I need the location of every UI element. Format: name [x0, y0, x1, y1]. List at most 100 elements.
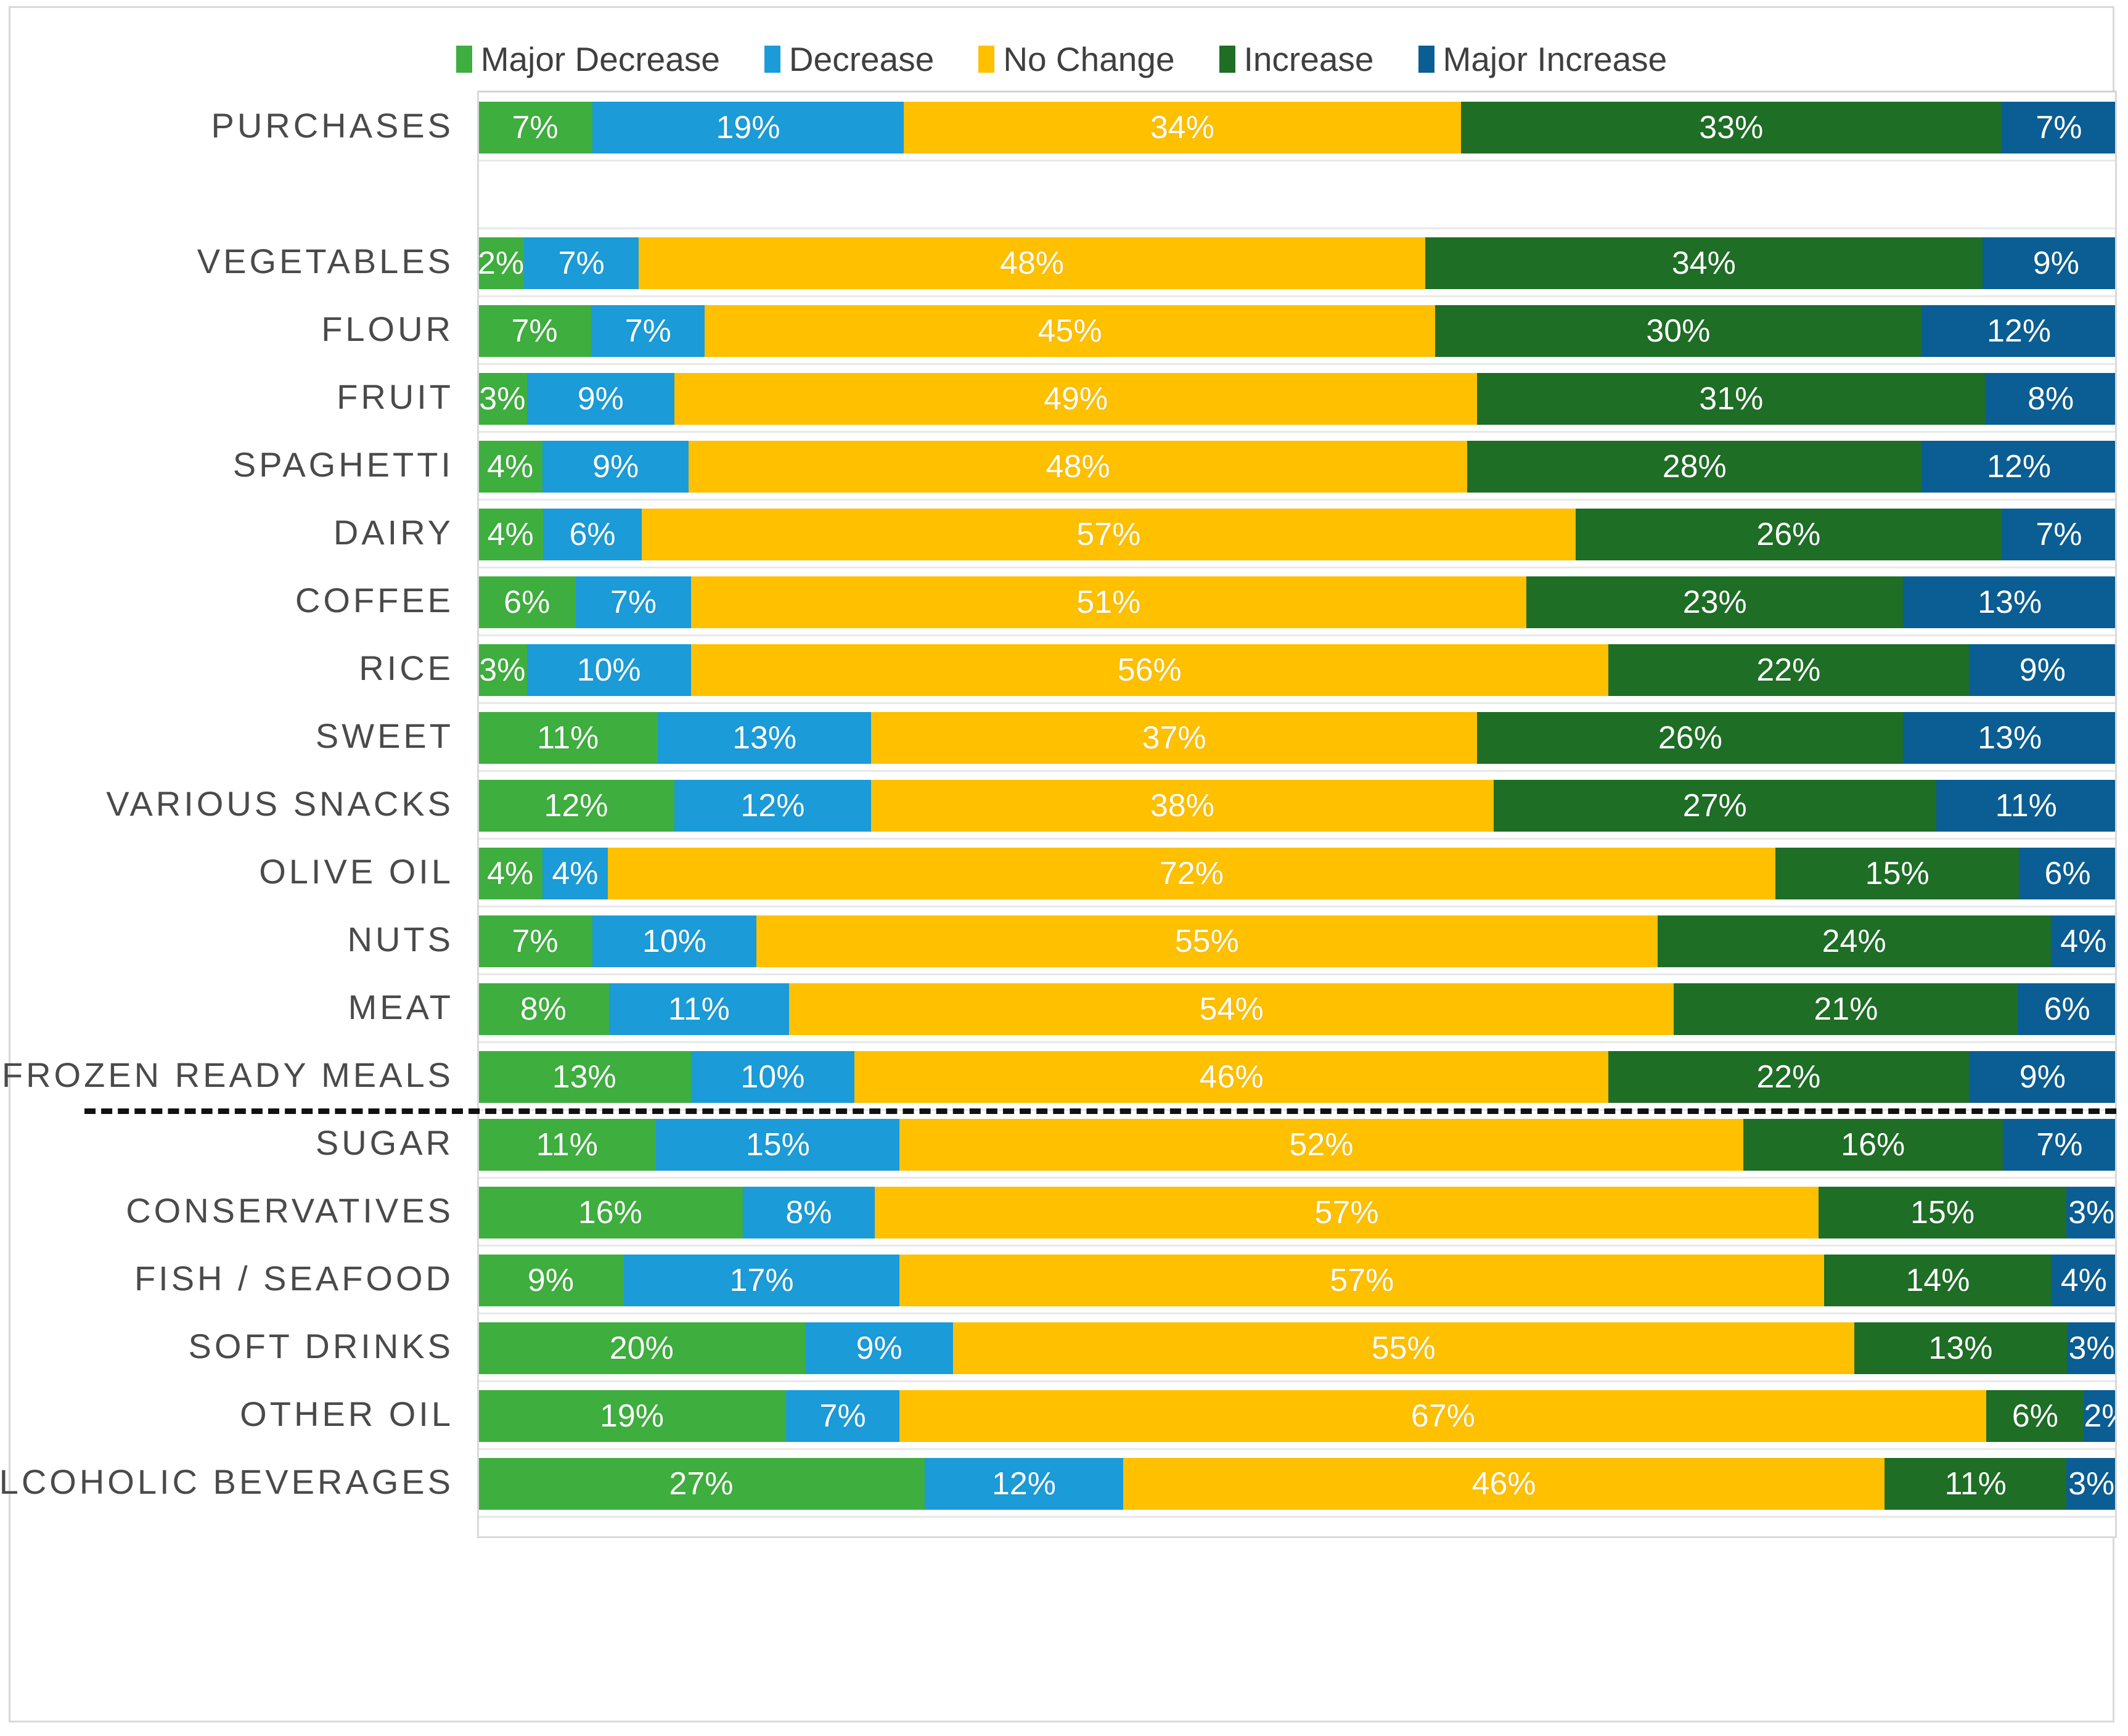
bar-segment-decrease[interactable]: 4%: [542, 848, 608, 899]
bar-segment-increase[interactable]: 16%: [1743, 1119, 2003, 1171]
bar-segment-increase[interactable]: 11%: [1885, 1458, 2067, 1510]
bar-segment-increase[interactable]: 28%: [1467, 441, 1922, 493]
bar-segment-decrease[interactable]: 6%: [543, 509, 642, 560]
bar-segment-major-increase[interactable]: 13%: [1903, 712, 2115, 764]
bar-segment-major-decrease[interactable]: 7%: [479, 305, 592, 357]
stacked-bar[interactable]: 3% 10% 56% 22% 9%: [479, 644, 2115, 696]
bar-segment-no-change[interactable]: 55%: [952, 1322, 1854, 1374]
bar-segment-no-change[interactable]: 52%: [899, 1119, 1743, 1171]
bar-segment-major-increase[interactable]: 6%: [2019, 848, 2115, 899]
bar-segment-no-change[interactable]: 45%: [705, 305, 1435, 357]
bar-segment-decrease[interactable]: 7%: [576, 576, 691, 628]
bar-segment-no-change[interactable]: 46%: [1123, 1458, 1885, 1510]
bar-segment-decrease[interactable]: 9%: [805, 1322, 953, 1374]
stacked-bar[interactable]: 8% 11% 54% 21% 6%: [479, 983, 2115, 1035]
legend-item-2[interactable]: No Change: [978, 42, 1175, 76]
bar-segment-no-change[interactable]: 57%: [875, 1187, 1819, 1239]
bar-segment-major-decrease[interactable]: 2%: [479, 237, 525, 289]
bar-segment-major-increase[interactable]: 2%: [2084, 1390, 2115, 1442]
bar-segment-major-increase[interactable]: 7%: [2001, 102, 2115, 154]
bar-segment-decrease[interactable]: 7%: [591, 305, 705, 357]
bar-segment-major-decrease[interactable]: 7%: [479, 102, 593, 154]
stacked-bar[interactable]: 4% 6% 57% 26% 7%: [479, 509, 2115, 560]
bar-segment-major-decrease[interactable]: 16%: [479, 1187, 743, 1239]
bar-segment-no-change[interactable]: 38%: [870, 780, 1494, 832]
bar-segment-no-change[interactable]: 55%: [756, 915, 1658, 967]
bar-segment-decrease[interactable]: 10%: [526, 644, 691, 696]
bar-segment-increase[interactable]: 15%: [1818, 1187, 2067, 1239]
bar-segment-decrease[interactable]: 10%: [592, 915, 756, 967]
bar-segment-major-decrease[interactable]: 4%: [479, 441, 543, 493]
bar-segment-major-decrease[interactable]: 4%: [479, 509, 544, 560]
bar-segment-increase[interactable]: 21%: [1674, 983, 2018, 1035]
bar-segment-increase[interactable]: 26%: [1477, 712, 1904, 764]
bar-segment-major-decrease[interactable]: 9%: [479, 1255, 624, 1306]
stacked-bar[interactable]: 4% 9% 48% 28% 12%: [479, 441, 2115, 493]
bar-segment-no-change[interactable]: 57%: [899, 1255, 1825, 1306]
bar-segment-no-change[interactable]: 48%: [689, 441, 1468, 493]
bar-segment-decrease[interactable]: 9%: [526, 373, 674, 425]
legend-item-3[interactable]: Increase: [1219, 42, 1374, 76]
stacked-bar[interactable]: 7% 10% 55% 24% 4%: [479, 915, 2115, 967]
bar-segment-increase[interactable]: 15%: [1775, 848, 2020, 899]
bar-segment-no-change[interactable]: 72%: [607, 848, 1776, 899]
stacked-bar[interactable]: 4% 4% 72% 15% 6%: [479, 848, 2115, 899]
bar-segment-decrease[interactable]: 8%: [742, 1187, 875, 1239]
stacked-bar[interactable]: 9% 17% 57% 14% 4%: [479, 1255, 2115, 1306]
bar-segment-major-increase[interactable]: 9%: [1982, 237, 2115, 289]
bar-segment-major-decrease[interactable]: 19%: [479, 1390, 787, 1442]
bar-segment-major-increase[interactable]: 12%: [1921, 441, 2115, 493]
bar-segment-no-change[interactable]: 57%: [641, 509, 1576, 560]
stacked-bar[interactable]: 12% 12% 38% 27% 11%: [479, 780, 2115, 832]
legend-item-4[interactable]: Major Increase: [1418, 42, 1667, 76]
bar-segment-decrease[interactable]: 12%: [674, 780, 871, 832]
stacked-bar[interactable]: 27% 12% 46% 11% 3%: [479, 1458, 2115, 1510]
bar-segment-increase[interactable]: 33%: [1460, 102, 2002, 154]
stacked-bar[interactable]: 11% 13% 37% 26% 13%: [479, 712, 2115, 764]
bar-segment-major-decrease[interactable]: 3%: [479, 644, 527, 696]
bar-segment-no-change[interactable]: 67%: [899, 1390, 1987, 1442]
stacked-bar[interactable]: 7% 7% 45% 30% 12%: [479, 305, 2115, 357]
bar-segment-no-change[interactable]: 34%: [904, 102, 1461, 154]
legend-item-1[interactable]: Decrease: [764, 42, 934, 76]
bar-segment-decrease[interactable]: 13%: [658, 712, 871, 764]
bar-segment-major-increase[interactable]: 3%: [2066, 1458, 2115, 1510]
bar-segment-major-decrease[interactable]: 7%: [479, 915, 593, 967]
bar-segment-decrease[interactable]: 11%: [608, 983, 789, 1035]
bar-segment-major-decrease[interactable]: 20%: [479, 1322, 806, 1374]
bar-segment-no-change[interactable]: 51%: [690, 576, 1527, 628]
bar-segment-increase[interactable]: 34%: [1425, 237, 1983, 289]
bar-segment-decrease[interactable]: 19%: [592, 102, 904, 154]
bar-segment-major-increase[interactable]: 4%: [2051, 1255, 2115, 1306]
bar-segment-no-change[interactable]: 46%: [854, 1051, 1608, 1103]
bar-segment-decrease[interactable]: 12%: [924, 1458, 1124, 1510]
bar-segment-increase[interactable]: 6%: [1986, 1390, 2084, 1442]
bar-segment-major-decrease[interactable]: 8%: [479, 983, 609, 1035]
bar-segment-major-increase[interactable]: 4%: [2050, 915, 2115, 967]
bar-segment-major-decrease[interactable]: 6%: [479, 576, 576, 628]
bar-segment-increase[interactable]: 24%: [1657, 915, 2051, 967]
bar-segment-increase[interactable]: 31%: [1477, 373, 1986, 425]
bar-segment-no-change[interactable]: 54%: [789, 983, 1674, 1035]
bar-segment-major-increase[interactable]: 3%: [2067, 1322, 2115, 1374]
bar-segment-decrease[interactable]: 15%: [656, 1119, 900, 1171]
stacked-bar[interactable]: 13% 10% 46% 22% 9%: [479, 1051, 2115, 1103]
bar-segment-decrease[interactable]: 7%: [786, 1390, 900, 1442]
bar-segment-decrease[interactable]: 9%: [542, 441, 689, 493]
bar-segment-increase[interactable]: 26%: [1575, 509, 2002, 560]
bar-segment-increase[interactable]: 22%: [1608, 644, 1969, 696]
stacked-bar[interactable]: 20% 9% 55% 13% 3%: [479, 1322, 2115, 1374]
bar-segment-major-increase[interactable]: 11%: [1936, 780, 2115, 832]
stacked-bar[interactable]: 6% 7% 51% 23% 13%: [479, 576, 2115, 628]
bar-segment-increase[interactable]: 14%: [1824, 1255, 2052, 1306]
bar-segment-decrease[interactable]: 17%: [623, 1255, 900, 1306]
bar-segment-major-decrease[interactable]: 12%: [479, 780, 674, 832]
bar-segment-major-increase[interactable]: 6%: [2018, 983, 2115, 1035]
bar-segment-increase[interactable]: 23%: [1526, 576, 1904, 628]
bar-segment-major-increase[interactable]: 7%: [2001, 509, 2115, 560]
bar-segment-major-decrease[interactable]: 11%: [479, 712, 658, 764]
bar-segment-major-increase[interactable]: 12%: [1921, 305, 2115, 357]
bar-segment-no-change[interactable]: 48%: [639, 237, 1426, 289]
bar-segment-increase[interactable]: 13%: [1854, 1322, 2068, 1374]
bar-segment-major-increase[interactable]: 13%: [1903, 576, 2115, 628]
